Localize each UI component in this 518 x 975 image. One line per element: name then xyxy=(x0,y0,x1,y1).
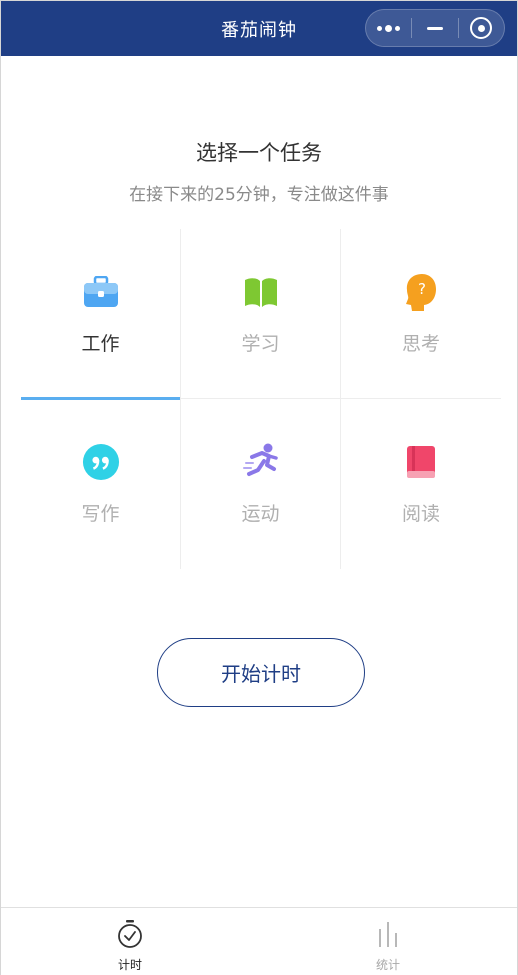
book-icon xyxy=(242,273,280,311)
task-read[interactable]: 阅读 xyxy=(341,399,501,569)
page-title: 番茄闹钟 xyxy=(221,19,297,41)
task-sport[interactable]: 运动 xyxy=(181,399,341,569)
task-label: 学习 xyxy=(241,333,280,355)
minimize-button[interactable] xyxy=(412,10,457,46)
target-circle-icon xyxy=(470,17,493,39)
task-heading: 选择一个任务 xyxy=(196,141,322,165)
minus-icon xyxy=(426,26,443,30)
tab-bar: 计时 统计 xyxy=(1,907,517,975)
start-timer-button[interactable]: 开始计时 xyxy=(157,638,365,707)
tab-stats[interactable]: 统计 xyxy=(259,908,517,975)
task-label: 写作 xyxy=(81,503,120,525)
task-subheading: 在接下来的25分钟，专注做这件事 xyxy=(129,185,389,205)
mini-program-capsule xyxy=(365,9,505,47)
stopwatch-icon xyxy=(116,919,144,953)
task-grid: 工作 学习 ? 思考 写作 运动 阅读 xyxy=(21,229,501,569)
tab-label: 计时 xyxy=(117,958,142,972)
task-label: 思考 xyxy=(401,333,440,355)
closed-book-icon xyxy=(402,443,440,481)
more-button[interactable] xyxy=(366,10,411,46)
quote-icon xyxy=(82,443,120,481)
task-label: 工作 xyxy=(81,333,120,355)
task-work[interactable]: 工作 xyxy=(21,229,181,400)
task-write[interactable]: 写作 xyxy=(21,399,181,569)
head-question-icon: ? xyxy=(402,273,440,311)
close-button[interactable] xyxy=(459,10,504,46)
task-label: 运动 xyxy=(241,503,280,525)
runner-icon xyxy=(242,443,280,481)
tab-label: 统计 xyxy=(375,958,400,972)
bar-chart-icon xyxy=(374,919,402,953)
task-study[interactable]: 学习 xyxy=(181,229,341,399)
task-think[interactable]: ? 思考 xyxy=(341,229,501,399)
svg-text:?: ? xyxy=(418,280,426,298)
navigation-bar: 番茄闹钟 xyxy=(1,1,517,56)
briefcase-icon xyxy=(82,273,120,311)
tab-timer[interactable]: 计时 xyxy=(1,908,259,975)
more-dots-icon xyxy=(377,24,401,32)
task-label: 阅读 xyxy=(401,503,440,525)
